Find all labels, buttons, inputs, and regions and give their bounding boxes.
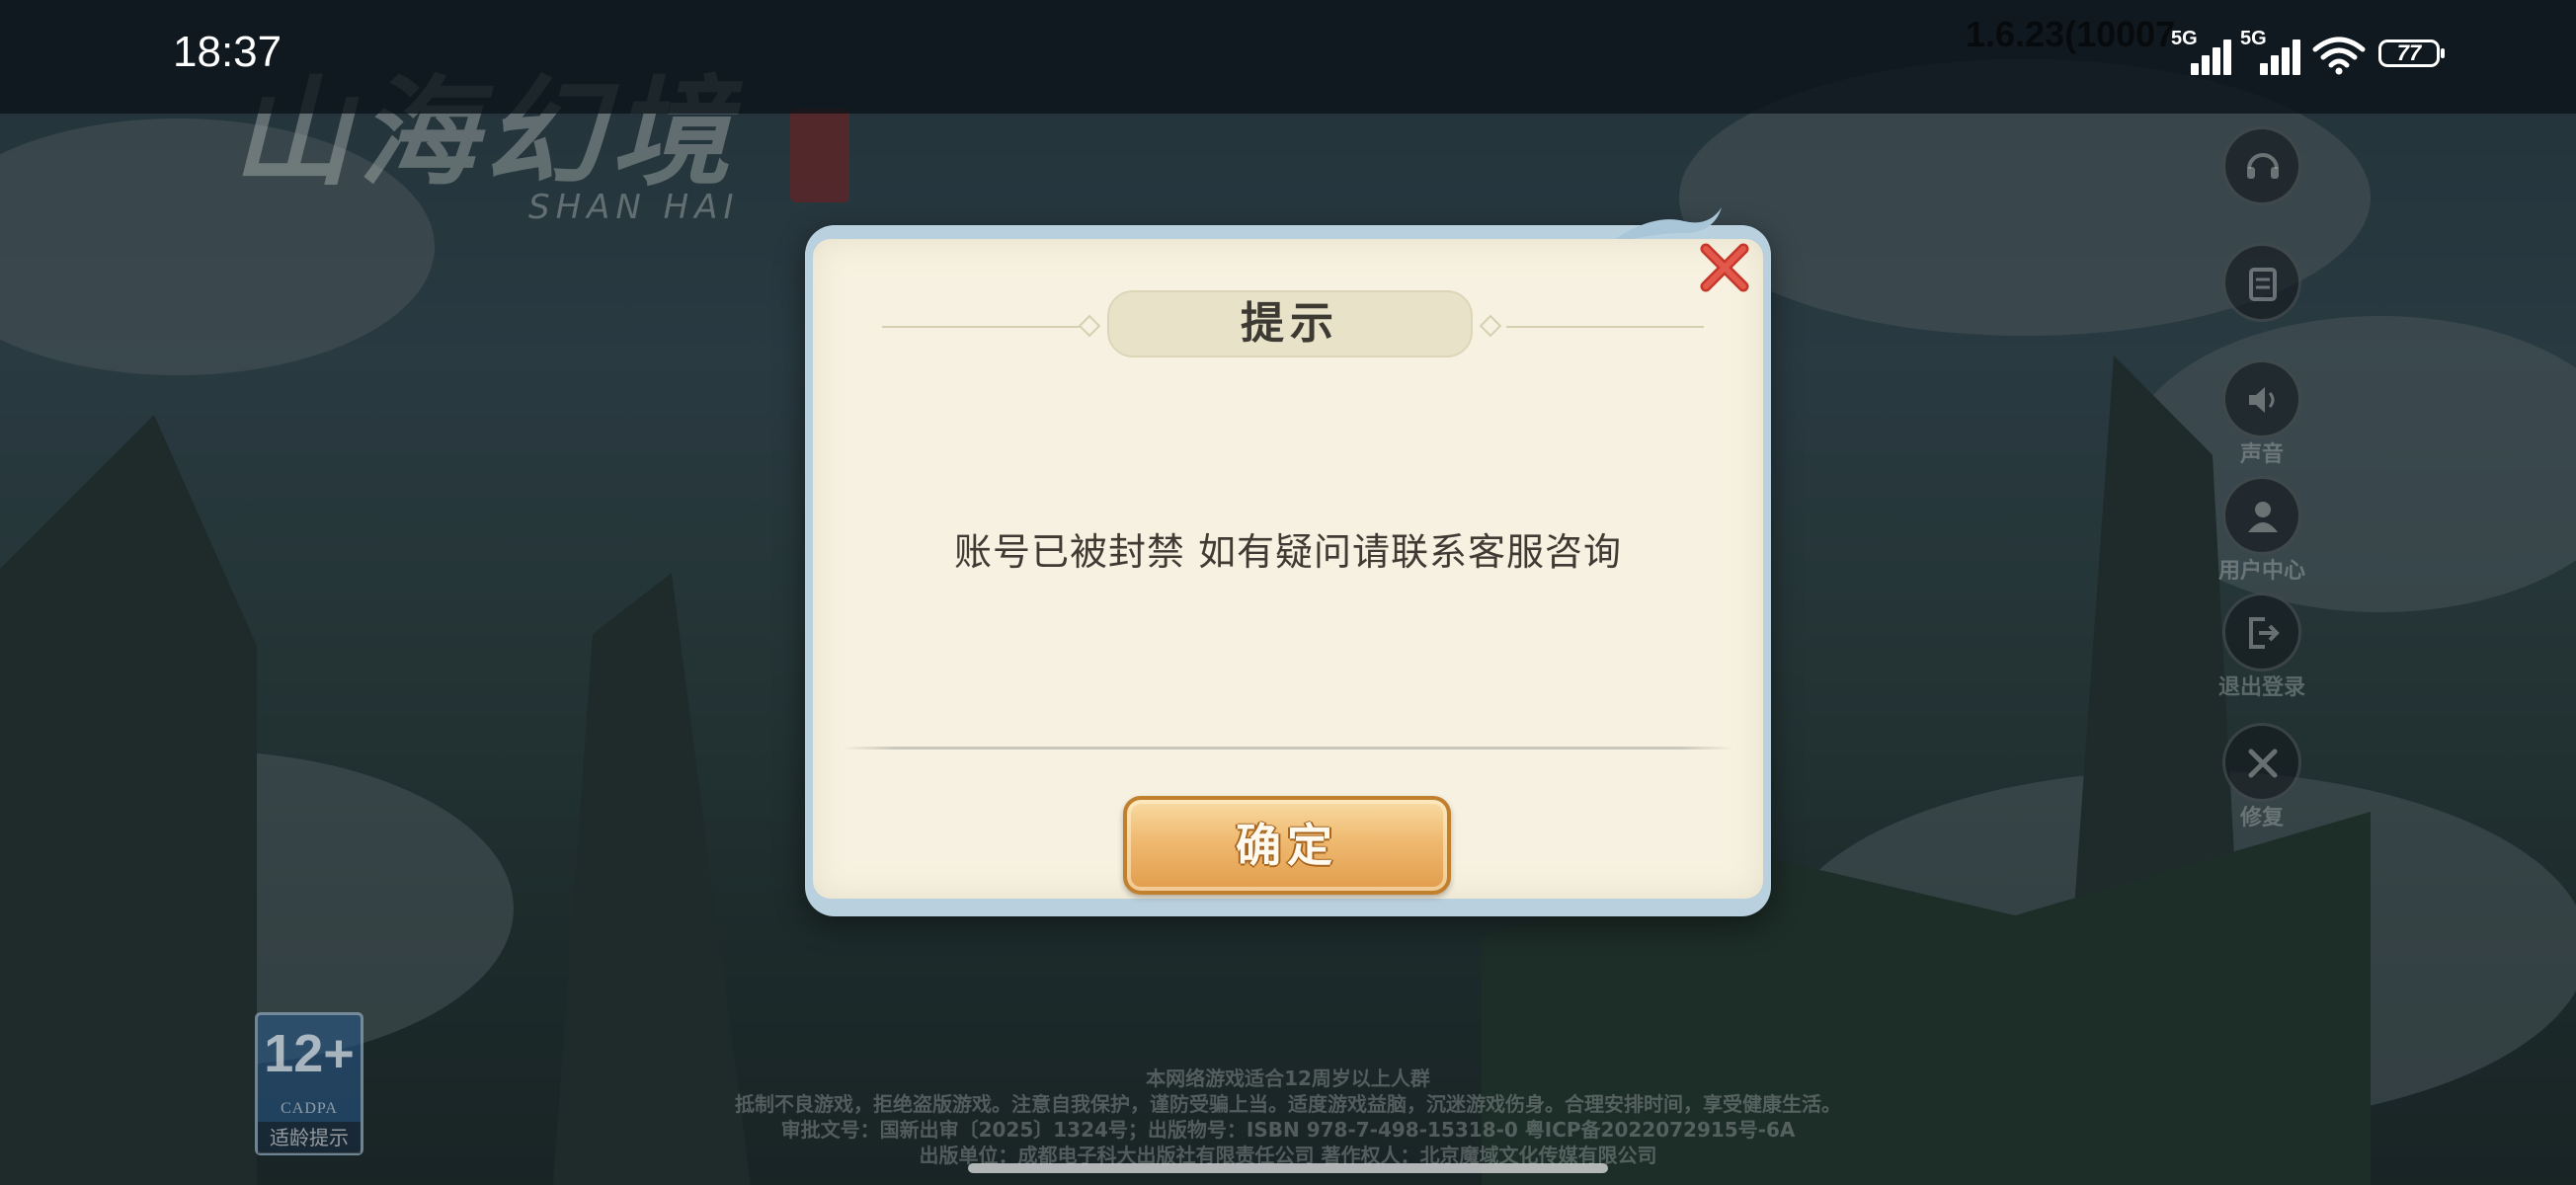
side-item-support[interactable] <box>2222 126 2301 235</box>
network-label-1: 5G <box>2171 28 2198 49</box>
headset-icon <box>2247 153 2279 179</box>
side-label-user-center: 用户中心 <box>2217 559 2305 584</box>
title-ornament-left <box>882 326 1080 328</box>
side-label-sound: 声音 <box>2239 442 2284 467</box>
confirm-button-label: 确定 <box>1236 819 1338 872</box>
game-logo-subtitle: SHAN HAI <box>528 188 740 227</box>
side-item-sound[interactable]: 声音 <box>2222 359 2301 468</box>
dialog-title: 提示 <box>1241 298 1339 349</box>
status-bar: 18:37 1.6.23(10007 5G 5G 77 <box>0 0 2576 114</box>
logo-seal <box>790 109 849 202</box>
side-label-logout: 退出登录 <box>2217 675 2305 700</box>
dialog-message: 账号已被封禁 如有疑问请联系客服咨询 <box>953 530 1623 574</box>
side-label-repair: 修复 <box>2239 806 2284 830</box>
notice-icon <box>2249 268 2277 301</box>
wifi-icon <box>2312 37 2366 75</box>
side-item-user-center[interactable]: 用户中心 <box>2218 476 2305 585</box>
user-icon <box>2248 502 2278 532</box>
logout-icon <box>2249 617 2280 649</box>
title-ornament-right <box>1506 326 1704 328</box>
sound-icon <box>2249 387 2275 413</box>
footer-approval-info: 审批文号：国新出审〔2025〕1324号；出版物号：ISBN 978-7-498… <box>780 1118 1796 1142</box>
side-item-repair[interactable]: 修复 <box>2222 723 2301 831</box>
footer-health-notice: 抵制不良游戏，拒绝盗版游戏。注意自我保护，谨防受骗上当。适度游戏益脑，沉迷游戏伤… <box>735 1092 1841 1116</box>
battery-icon: 77 <box>2378 40 2445 67</box>
close-icon[interactable] <box>1694 237 1755 298</box>
footer-age-notice: 本网络游戏适合12周岁以上人群 <box>1146 1066 1430 1090</box>
version-text: 1.6.23(10007 <box>1966 14 2176 54</box>
confirm-button[interactable]: 确定 <box>1123 796 1451 895</box>
title-ornament-left-diamond <box>1078 314 1101 338</box>
dialog-title-plate: 提示 <box>1107 290 1473 357</box>
network-label-2: 5G <box>2240 28 2267 49</box>
home-indicator[interactable] <box>968 1163 1608 1173</box>
status-time: 18:37 <box>173 28 282 76</box>
title-ornament-right-diamond <box>1479 314 1502 338</box>
dialog-divider <box>843 747 1733 750</box>
repair-icon <box>2248 749 2278 778</box>
side-item-logout[interactable]: 退出登录 <box>2218 592 2305 701</box>
side-item-notice[interactable] <box>2222 243 2301 352</box>
signal-icon-1: 5G <box>2171 28 2234 75</box>
alert-dialog: 提示 账号已被封禁 如有疑问请联系客服咨询 确定 <box>805 207 1771 916</box>
signal-icon-2: 5G <box>2240 28 2303 75</box>
